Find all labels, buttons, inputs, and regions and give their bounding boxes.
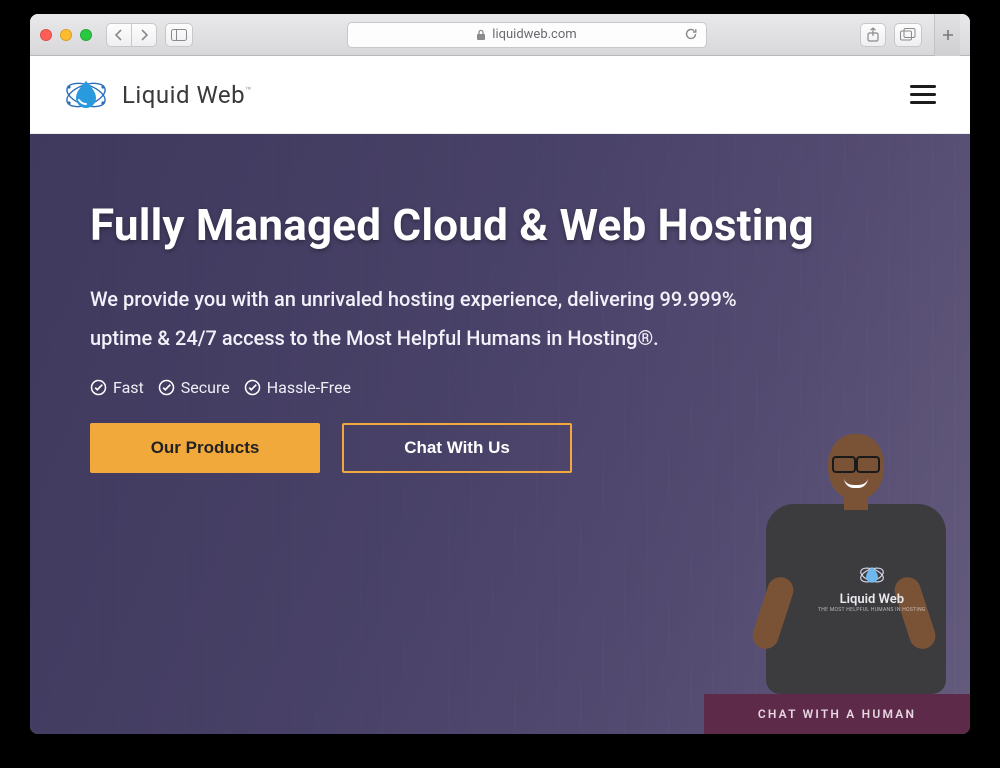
shirt-logo-icon — [859, 562, 885, 588]
tabs-icon — [900, 28, 916, 41]
badge-label: Fast — [113, 378, 144, 397]
address-bar-wrap: liquidweb.com — [201, 22, 852, 48]
badge-fast: Fast — [90, 378, 144, 397]
badge-hassle-free: Hassle-Free — [244, 378, 351, 397]
forward-button[interactable] — [131, 23, 157, 47]
site-header: Liquid Web™ — [30, 56, 970, 134]
brand-logo-icon — [64, 73, 108, 117]
chat-bar-label: CHAT WITH A HUMAN — [758, 707, 916, 721]
brand[interactable]: Liquid Web™ — [64, 73, 252, 117]
share-icon — [866, 27, 880, 43]
brand-name: Liquid Web™ — [122, 81, 252, 109]
page: Liquid Web™ Fully Managed Cloud & Web Ho… — [30, 56, 970, 734]
safari-window: liquidweb.com — [30, 14, 970, 734]
toolbar-right — [860, 23, 922, 47]
window-close-icon[interactable] — [40, 29, 52, 41]
hero: Fully Managed Cloud & Web Hosting We pro… — [30, 134, 970, 734]
hero-subheading: We provide you with an unrivaled hosting… — [90, 280, 790, 358]
tabs-button[interactable] — [894, 23, 922, 47]
window-controls — [40, 29, 92, 41]
hero-person-image: Liquid Web THE MOST HELPFUL HUMANS IN HO… — [732, 426, 952, 706]
reload-button[interactable] — [684, 27, 698, 45]
badge-label: Secure — [181, 378, 230, 397]
badge-label: Hassle-Free — [267, 378, 351, 397]
chevron-left-icon — [114, 29, 124, 41]
hamburger-icon — [910, 85, 936, 88]
shirt-logo: Liquid Web THE MOST HELPFUL HUMANS IN HO… — [818, 562, 926, 613]
chevron-right-icon — [139, 29, 149, 41]
nav-back-forward — [106, 23, 157, 47]
plus-icon — [942, 29, 954, 41]
window-minimize-icon[interactable] — [60, 29, 72, 41]
new-tab-button[interactable] — [934, 14, 960, 56]
sidebar-icon — [171, 29, 187, 41]
check-circle-icon — [90, 379, 107, 396]
menu-button[interactable] — [910, 85, 936, 104]
address-bar[interactable]: liquidweb.com — [347, 22, 707, 48]
lock-icon — [476, 29, 486, 41]
brand-tm: ™ — [245, 86, 252, 97]
chat-with-human-button[interactable]: CHAT WITH A HUMAN — [704, 694, 970, 734]
shirt-text-2: THE MOST HELPFUL HUMANS IN HOSTING — [818, 607, 926, 613]
reload-icon — [684, 27, 698, 41]
brand-name-text: Liquid Web — [122, 81, 245, 109]
shirt-text-1: Liquid Web — [818, 592, 926, 607]
our-products-button[interactable]: Our Products — [90, 423, 320, 473]
hero-heading: Fully Managed Cloud & Web Hosting — [90, 200, 910, 252]
check-circle-icon — [244, 379, 261, 396]
address-text: liquidweb.com — [492, 27, 576, 42]
sidebar-button[interactable] — [165, 23, 193, 47]
share-button[interactable] — [860, 23, 886, 47]
check-circle-icon — [158, 379, 175, 396]
chat-with-us-button[interactable]: Chat With Us — [342, 423, 572, 473]
back-button[interactable] — [106, 23, 132, 47]
badge-secure: Secure — [158, 378, 230, 397]
hero-badges: Fast Secure Hassle-Free — [90, 378, 910, 397]
window-zoom-icon[interactable] — [80, 29, 92, 41]
browser-toolbar: liquidweb.com — [30, 14, 970, 56]
